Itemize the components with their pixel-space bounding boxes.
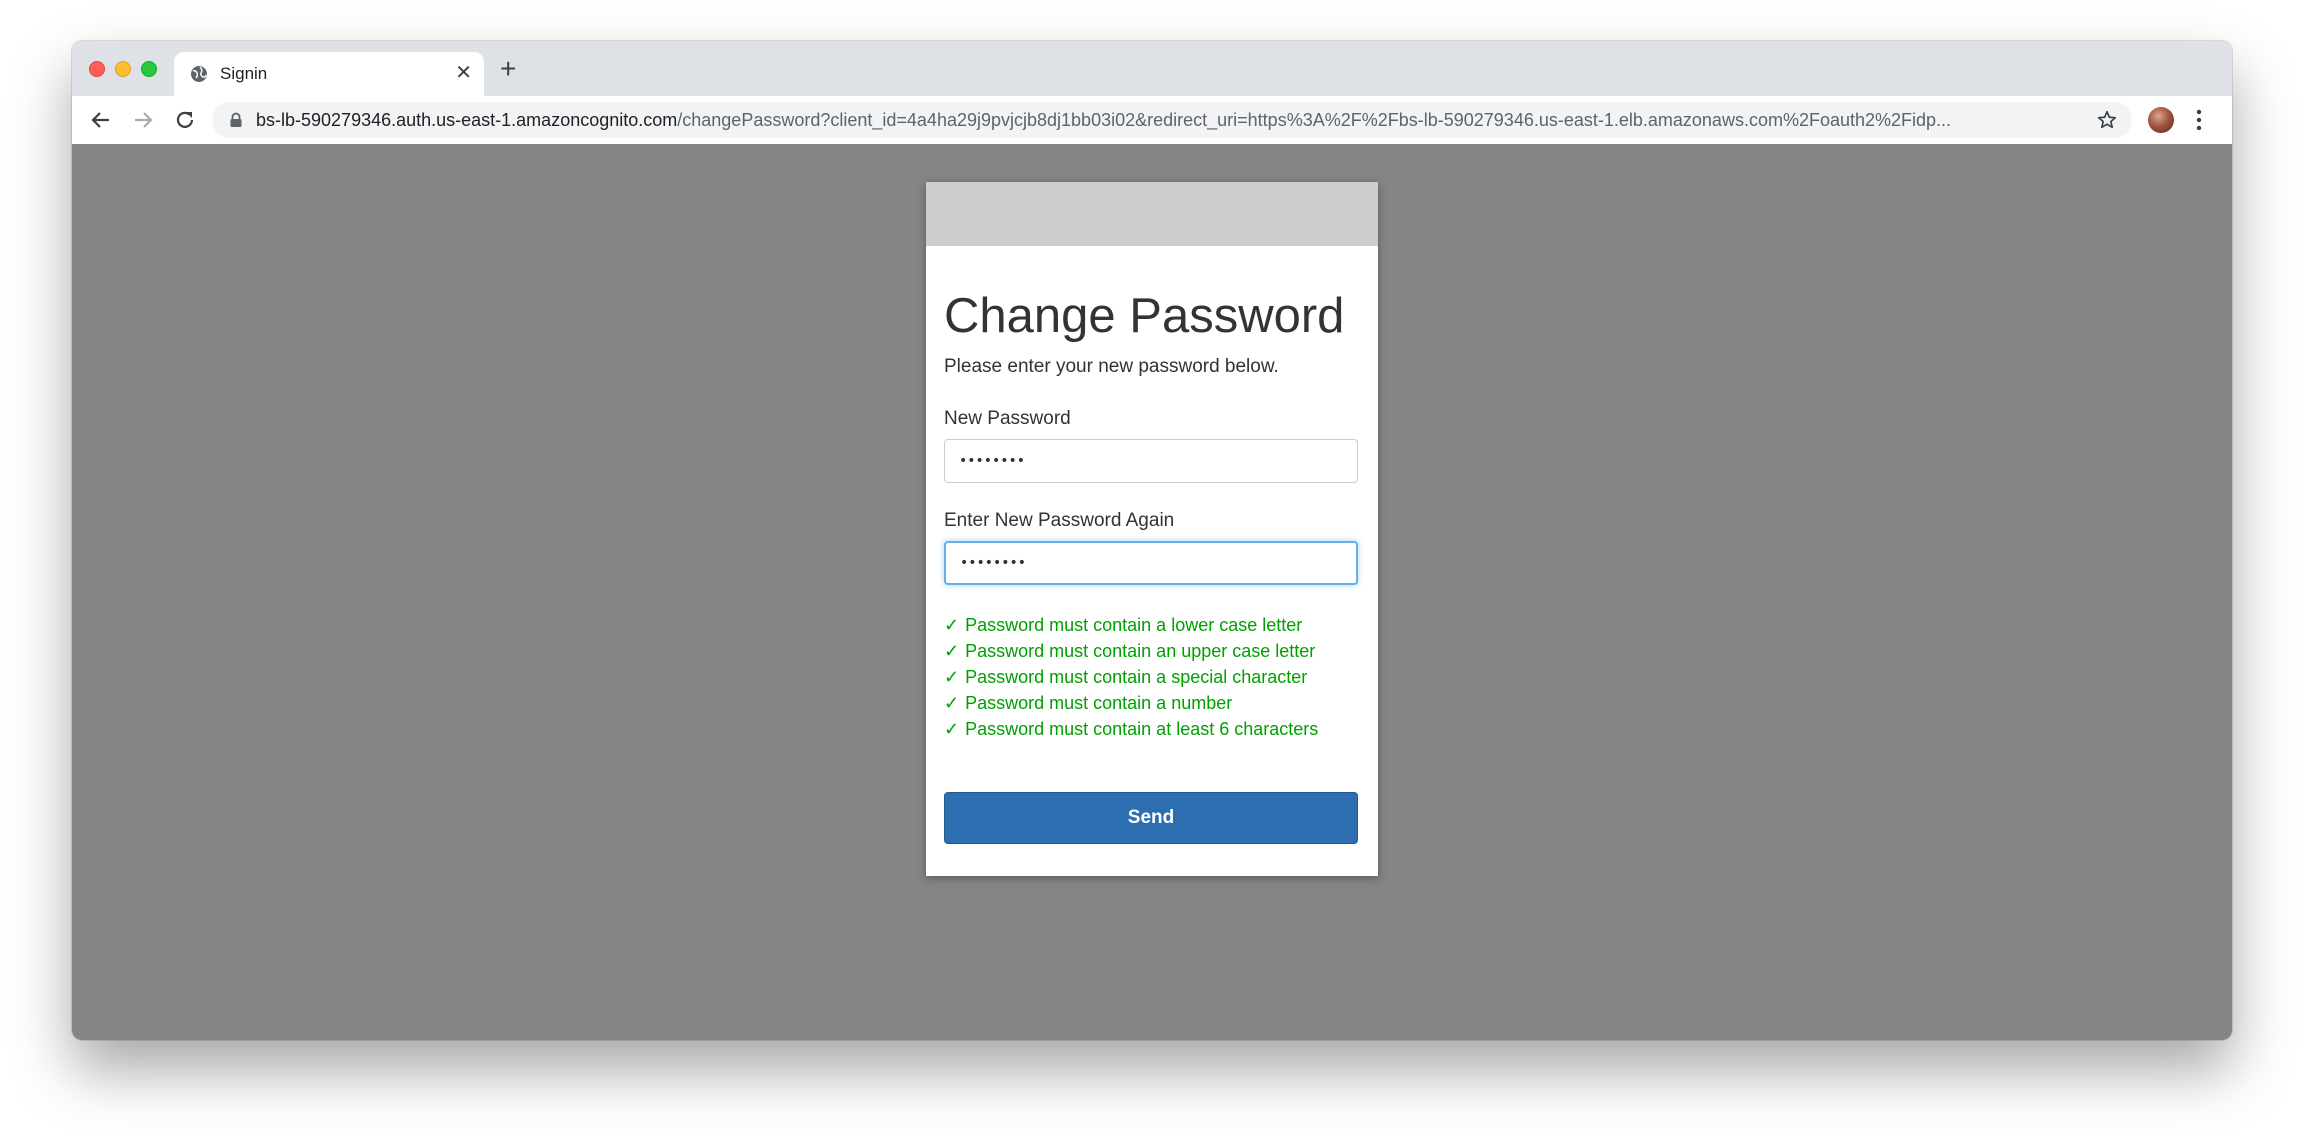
password-rule-text: Password must contain an upper case lett…	[965, 641, 1316, 661]
url-text: bs-lb-590279346.auth.us-east-1.amazoncog…	[256, 110, 1951, 131]
profile-avatar[interactable]	[2148, 107, 2174, 133]
password-rule: ✓ Password must contain an upper case let…	[944, 638, 1318, 664]
url-path: /changePassword?client_id=4a4ha29j9pvjcj…	[677, 110, 1952, 130]
password-rule: ✓ Password must contain a number	[944, 690, 1318, 716]
confirm-password-field[interactable]	[944, 541, 1358, 585]
close-tab-icon[interactable]: ✕	[455, 63, 472, 83]
back-arrow-icon[interactable]	[88, 107, 114, 133]
browser-toolbar: bs-lb-590279346.auth.us-east-1.amazoncog…	[72, 96, 2232, 145]
card-banner	[926, 182, 1378, 246]
password-rule-text: Password must contain a special characte…	[965, 667, 1308, 687]
reload-icon[interactable]	[172, 107, 198, 133]
bookmark-star-icon[interactable]	[2096, 109, 2118, 131]
password-rule-text: Password must contain at least 6 charact…	[965, 719, 1319, 739]
kebab-menu-icon[interactable]	[2196, 108, 2202, 132]
confirm-password-label: Enter New Password Again	[944, 510, 1175, 531]
check-icon: ✓	[944, 667, 960, 687]
password-rule: ✓ Password must contain a special charact…	[944, 664, 1318, 690]
globe-icon	[191, 66, 207, 82]
page-title: Change Password	[944, 289, 1345, 343]
password-rule: ✓ Password must contain a lower case lett…	[944, 612, 1318, 638]
check-icon: ✓	[944, 719, 960, 739]
lock-icon[interactable]	[229, 112, 243, 128]
close-window-button[interactable]	[89, 61, 105, 77]
new-password-label: New Password	[944, 408, 1071, 429]
check-icon: ✓	[944, 615, 960, 635]
send-button[interactable]: Send	[944, 792, 1358, 844]
password-rule-text: Password must contain a lower case lette…	[965, 615, 1303, 635]
address-bar[interactable]: bs-lb-590279346.auth.us-east-1.amazoncog…	[212, 102, 2132, 138]
forward-arrow-icon[interactable]	[130, 107, 156, 133]
page-viewport: Change Password Please enter your new pa…	[72, 144, 2232, 1040]
tab-title: Signin	[220, 64, 268, 83]
url-host: bs-lb-590279346.auth.us-east-1.amazoncog…	[256, 110, 678, 130]
new-tab-button[interactable]: +	[500, 55, 516, 83]
check-icon: ✓	[944, 693, 960, 713]
change-password-card: Change Password Please enter your new pa…	[926, 182, 1378, 876]
minimize-window-button[interactable]	[115, 61, 131, 77]
maximize-window-button[interactable]	[141, 61, 157, 77]
page-subtitle: Please enter your new password below.	[944, 356, 1279, 377]
tab-signin[interactable]: Signin ✕	[174, 52, 484, 96]
password-rules-list: ✓ Password must contain a lower case lett…	[944, 612, 1318, 742]
new-password-field[interactable]	[944, 439, 1358, 483]
tab-strip: Signin ✕ +	[72, 41, 2232, 96]
check-icon: ✓	[944, 641, 960, 661]
password-rule: ✓ Password must contain at least 6 charac…	[944, 716, 1318, 742]
password-rule-text: Password must contain a number	[965, 693, 1233, 713]
browser-window: Signin ✕ + bs-lb-590279346.auth.us-east-…	[72, 41, 2232, 1040]
